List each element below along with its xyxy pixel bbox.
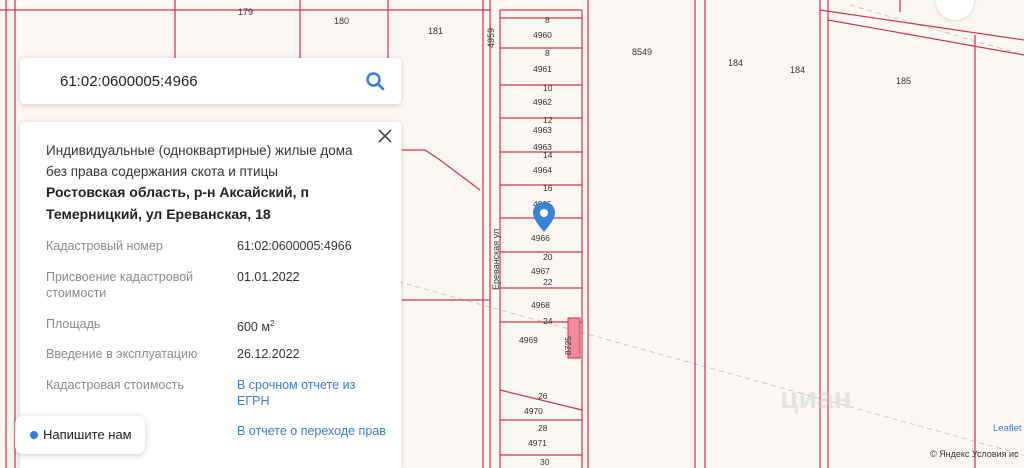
search-input[interactable] <box>60 71 350 91</box>
leaflet-attribution-link[interactable]: Leaflet <box>993 423 1022 434</box>
svg-text:28: 28 <box>538 423 548 433</box>
svg-text:8: 8 <box>545 48 550 58</box>
svg-text:16: 16 <box>543 183 553 193</box>
commissioning-value: 26.12.2022 <box>237 347 300 361</box>
svg-text:22: 22 <box>543 277 553 287</box>
chat-button-label: Напишите нам <box>43 427 132 442</box>
svg-text:181: 181 <box>428 26 443 36</box>
close-icon[interactable] <box>377 128 393 144</box>
svg-text:8549: 8549 <box>632 47 652 57</box>
svg-text:4961: 4961 <box>533 64 552 74</box>
svg-text:184: 184 <box>790 65 805 75</box>
svg-text:10: 10 <box>543 83 553 93</box>
svg-text:4971: 4971 <box>528 438 547 448</box>
svg-text:179: 179 <box>238 7 253 17</box>
svg-text:4968: 4968 <box>531 300 550 310</box>
valuation-date-label: Присвоение кадастровой стоимости <box>46 270 194 300</box>
svg-text:185: 185 <box>896 76 911 86</box>
cadastral-number-label: Кадастровый номер <box>46 239 163 253</box>
svg-text:4966: 4966 <box>531 233 550 243</box>
svg-text:24: 24 <box>543 316 553 326</box>
svg-text:4964: 4964 <box>533 165 552 175</box>
cadastral-number-value: 61:02:0600005:4966 <box>237 239 352 253</box>
svg-text:4963: 4963 <box>533 125 552 135</box>
search-box <box>20 58 401 104</box>
svg-text:8: 8 <box>545 15 550 25</box>
transfer-report-link[interactable]: В отчете о переходе прав <box>237 423 387 439</box>
svg-text:4960: 4960 <box>533 30 552 40</box>
commissioning-label: Введение в эксплуатацию <box>46 347 198 361</box>
svg-text:4962: 4962 <box>533 97 552 107</box>
cian-watermark: циан <box>780 382 852 415</box>
street-name-label: Ереванская ул <box>491 229 501 290</box>
svg-text:14: 14 <box>543 150 553 160</box>
valuation-date-value: 01.01.2022 <box>237 270 300 284</box>
egrn-report-link[interactable]: В срочном отчете из ЕГРН <box>237 377 387 409</box>
svg-text:4959: 4959 <box>486 28 496 48</box>
search-icon[interactable] <box>365 71 385 91</box>
svg-text:20: 20 <box>543 252 553 262</box>
svg-text:180: 180 <box>334 16 349 26</box>
svg-text:26: 26 <box>538 391 548 401</box>
cadastral-value-label: Кадастровая стоимость <box>46 378 184 392</box>
svg-text:12: 12 <box>543 115 553 125</box>
svg-text:4967: 4967 <box>531 266 550 276</box>
svg-text:4970: 4970 <box>524 406 543 416</box>
area-label: Площадь <box>46 317 101 331</box>
yandex-attribution[interactable]: © Яндекс Условия ис <box>930 449 1019 459</box>
permitted-use-description: Индивидуальные (одноквартирные) жилые до… <box>46 143 353 179</box>
svg-text:4969: 4969 <box>519 335 538 345</box>
location-marker-icon <box>533 202 555 232</box>
svg-text:8725: 8725 <box>563 336 573 355</box>
road-line <box>319 259 1024 456</box>
chat-status-dot-icon <box>30 431 38 439</box>
chat-button[interactable]: Напишите нам <box>15 416 145 454</box>
svg-text:184: 184 <box>728 58 743 68</box>
area-value: 600 м2 <box>237 319 275 335</box>
svg-text:30: 30 <box>540 457 550 467</box>
parcel-address: Ростовская область, р-н Аксайский, п Тем… <box>46 184 309 222</box>
